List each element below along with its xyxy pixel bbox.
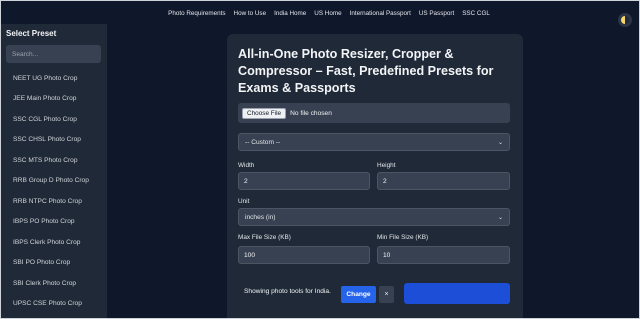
- preset-list: NEET UG Photo Crop JEE Main Photo Crop S…: [0, 68, 107, 314]
- choose-file-button[interactable]: Choose File: [242, 107, 287, 119]
- region-toast: Showing photo tools for India. Change ×: [237, 282, 394, 314]
- nav-link-how-to-use[interactable]: How to Use: [234, 10, 267, 17]
- nav-link-us-home[interactable]: US Home: [314, 10, 341, 17]
- sidebar: Select Preset NEET UG Photo Crop JEE Mai…: [0, 24, 107, 319]
- preset-item-sbi-po[interactable]: SBI PO Photo Crop: [0, 253, 107, 274]
- max-file-size-input[interactable]: 100: [238, 246, 370, 264]
- sidebar-title: Select Preset: [6, 29, 57, 38]
- max-file-size-label: Max File Size (KB): [238, 234, 291, 241]
- preset-item-rrb-ntpc[interactable]: RRB NTPC Photo Crop: [0, 191, 107, 212]
- nav-link-india-home[interactable]: India Home: [274, 10, 306, 17]
- min-file-size-input[interactable]: 10: [377, 246, 510, 264]
- nav-link-photo-requirements[interactable]: Photo Requirements: [168, 10, 225, 17]
- process-button[interactable]: [404, 283, 510, 304]
- close-toast-button[interactable]: ×: [379, 286, 394, 303]
- chevron-down-icon: ⌄: [497, 214, 503, 221]
- change-region-button[interactable]: Change: [341, 286, 376, 303]
- preset-item-rrb-group-d[interactable]: RRB Group D Photo Crop: [0, 171, 107, 192]
- preset-item-ibps-po[interactable]: IBPS PO Photo Crop: [0, 212, 107, 233]
- file-status: No file chosen: [290, 109, 332, 117]
- page-title: All-in-One Photo Resizer, Cropper & Comp…: [238, 47, 494, 95]
- min-file-size-label: Min File Size (KB): [377, 234, 429, 241]
- preset-item-ssc-cgl[interactable]: SSC CGL Photo Crop: [0, 109, 107, 130]
- preset-item-ssc-mts[interactable]: SSC MTS Photo Crop: [0, 150, 107, 171]
- width-input[interactable]: 2: [238, 172, 370, 190]
- width-label: Width: [238, 162, 255, 169]
- preset-item-upsc-cse[interactable]: UPSC CSE Photo Crop: [0, 294, 107, 315]
- preset-search-input[interactable]: [6, 45, 101, 63]
- theme-icon: [621, 16, 629, 24]
- nav-link-international-passport[interactable]: International Passport: [350, 10, 411, 17]
- tool-card: All-in-One Photo Resizer, Cropper & Comp…: [227, 34, 523, 319]
- file-upload-field[interactable]: Choose File No file chosen: [238, 103, 510, 123]
- preset-item-sbi-clerk[interactable]: SBI Clerk Photo Crop: [0, 273, 107, 294]
- unit-select[interactable]: inches (in) ⌄: [238, 208, 510, 226]
- height-label: Height: [377, 162, 396, 169]
- height-input[interactable]: 2: [377, 172, 510, 190]
- unit-label: Unit: [238, 198, 250, 205]
- preset-select[interactable]: -- Custom -- ⌄: [238, 133, 510, 151]
- nav-link-ssc-cgl[interactable]: SSC CGL: [462, 10, 490, 17]
- preset-item-jee-main[interactable]: JEE Main Photo Crop: [0, 89, 107, 110]
- unit-select-value: inches (in): [245, 213, 276, 221]
- chevron-down-icon: ⌄: [497, 139, 503, 146]
- preset-item-neet-ug[interactable]: NEET UG Photo Crop: [0, 68, 107, 89]
- top-nav: Photo Requirements How to Use India Home…: [0, 0, 640, 26]
- preset-item-ssc-chsl[interactable]: SSC CHSL Photo Crop: [0, 130, 107, 151]
- preset-item-ibps-clerk[interactable]: IBPS Clerk Photo Crop: [0, 232, 107, 253]
- theme-toggle-button[interactable]: [618, 13, 632, 27]
- preset-select-value: -- Custom --: [245, 138, 281, 146]
- toast-message: Showing photo tools for India.: [244, 288, 331, 295]
- nav-link-us-passport[interactable]: US Passport: [419, 10, 454, 17]
